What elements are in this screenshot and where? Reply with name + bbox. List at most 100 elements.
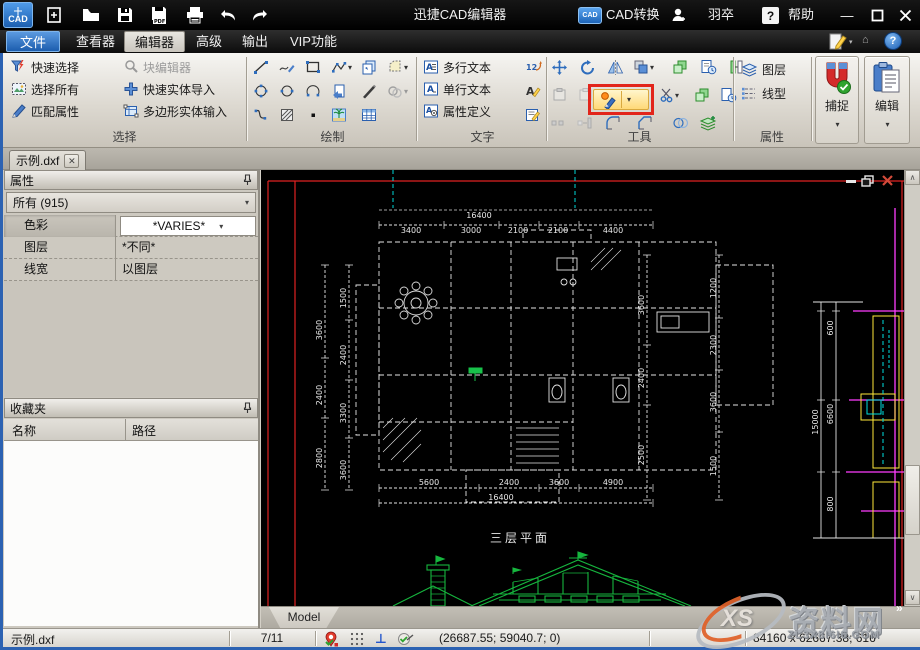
match-properties-button[interactable]: 匹配属性 <box>11 102 79 120</box>
spline-tool[interactable] <box>252 106 270 124</box>
move-tool[interactable] <box>550 58 568 76</box>
color-value-dropdown[interactable]: *VARIES* ▾ <box>120 216 256 236</box>
lineweight-label[interactable]: 线宽 <box>4 259 116 281</box>
snap-marker-toggle[interactable] <box>321 630 341 647</box>
ellipse-tool-disabled[interactable] <box>386 82 404 100</box>
annotate-dropdown[interactable]: ▾ <box>849 38 853 46</box>
redo-button[interactable] <box>246 3 272 27</box>
document-tab[interactable]: 示例.dxf ✕ <box>9 150 86 170</box>
copy-tool-2[interactable] <box>693 86 711 104</box>
maximize-button[interactable] <box>864 3 890 27</box>
username[interactable]: 羽卒 <box>708 0 734 30</box>
osnap-toggle[interactable] <box>395 630 415 647</box>
text-edit-tool[interactable]: A <box>524 82 542 100</box>
table-tool[interactable] <box>360 106 378 124</box>
quick-entity-import-button[interactable]: 快速实体导入 <box>123 80 215 98</box>
filter-dropdown[interactable]: 所有 (915) ▾ <box>6 192 256 213</box>
hatch-tool[interactable] <box>278 106 296 124</box>
line-tool[interactable] <box>252 58 270 76</box>
lineweight-value[interactable]: 以图层 <box>117 259 258 281</box>
polyline-dropdown[interactable]: ▾ <box>348 63 352 72</box>
scroll-up-button[interactable]: ∧ <box>905 170 920 185</box>
edit-dropdown[interactable]: ▾ <box>866 120 909 129</box>
scale-tool[interactable] <box>632 58 650 76</box>
linetype-button[interactable]: 线型 <box>741 84 786 102</box>
minimize-button[interactable]: — <box>834 3 860 27</box>
menu-file[interactable]: 文件 <box>6 31 60 52</box>
circle-2p-tool[interactable] <box>278 82 296 100</box>
numbering-tool[interactable]: 12 <box>524 58 542 76</box>
rotate-tool[interactable] <box>578 58 596 76</box>
mtext-button[interactable]: A 多行文本 <box>423 58 491 76</box>
arc-tool[interactable] <box>304 82 322 100</box>
array-tool[interactable] <box>699 58 717 76</box>
rectangle-tool[interactable] <box>304 58 322 76</box>
ellipse-dropdown[interactable]: ▾ <box>404 87 408 96</box>
menu-viewer[interactable]: 查看器 <box>66 31 125 52</box>
copy-entities-tool[interactable] <box>360 58 378 76</box>
tab-close-icon[interactable]: ✕ <box>64 154 79 168</box>
scrollbar-thumb[interactable] <box>905 465 920 535</box>
layer-button[interactable]: 图层 <box>741 60 786 78</box>
quick-select-button[interactable]: 快速选择 <box>11 58 79 76</box>
undo-button[interactable] <box>216 3 242 27</box>
model-tab[interactable]: Model <box>269 607 339 628</box>
drawing-minimize-icon[interactable] <box>846 180 856 183</box>
block-editor-button[interactable]: 块编辑器 <box>123 58 191 76</box>
home-icon[interactable]: ⌂ <box>862 34 869 46</box>
hatch-pencil-tool[interactable] <box>360 82 378 100</box>
favorites-list[interactable] <box>4 441 258 626</box>
pin-icon[interactable] <box>243 402 252 414</box>
edit-attr-tool[interactable] <box>524 106 542 124</box>
region-dropdown[interactable]: ▾ <box>404 63 408 72</box>
save-button[interactable] <box>112 3 138 27</box>
edit-button[interactable]: 编辑 ▾ <box>864 56 910 144</box>
annotate-button[interactable] <box>828 33 848 53</box>
close-button[interactable] <box>892 3 918 27</box>
trim-tool[interactable] <box>658 86 676 104</box>
ortho-toggle[interactable]: ⊥ <box>371 630 391 647</box>
menu-advanced[interactable]: 高级 <box>186 31 232 52</box>
color-label[interactable]: 色彩 <box>4 215 116 237</box>
menu-output[interactable]: 输出 <box>232 31 278 52</box>
snap-dropdown[interactable]: ▾ <box>817 120 858 129</box>
name-column-header[interactable]: 名称 <box>12 422 36 439</box>
insert-block-tool[interactable] <box>330 82 348 100</box>
circle-tool[interactable] <box>252 82 270 100</box>
open-file-button[interactable] <box>78 3 104 27</box>
pin-icon[interactable] <box>243 174 252 186</box>
help-icon[interactable]: ? <box>762 7 779 24</box>
help-circle-icon[interactable]: ? <box>884 32 902 50</box>
cad-convert-button[interactable]: CAD转换 <box>606 0 659 30</box>
highlighted-color-tool[interactable]: ▾ <box>593 89 649 110</box>
vertical-scrollbar[interactable]: ∧ ∨ <box>904 170 920 606</box>
layer-label[interactable]: 图层 <box>4 237 116 259</box>
trim-dropdown[interactable]: ▾ <box>675 91 679 100</box>
save-as-pdf-button[interactable]: PDF <box>146 3 172 27</box>
menu-editor[interactable]: 编辑器 <box>124 31 185 52</box>
polygon-entity-input-button[interactable]: 多边形实体输入 <box>123 102 227 120</box>
user-account-button[interactable] <box>666 3 692 27</box>
path-column-header[interactable]: 路径 <box>132 422 156 439</box>
freehand-tool[interactable] <box>278 58 296 76</box>
attribute-define-button[interactable]: A 属性定义 <box>423 102 491 120</box>
region-tool[interactable] <box>386 58 404 76</box>
grid-toggle[interactable] <box>347 630 367 647</box>
layer-value[interactable]: *不同* <box>117 237 258 259</box>
polyline-tool[interactable] <box>330 58 348 76</box>
dtext-button[interactable]: A 单行文本 <box>423 80 491 98</box>
menu-vip[interactable]: VIP功能 <box>280 31 347 52</box>
scale-dropdown[interactable]: ▾ <box>650 63 654 72</box>
select-all-button[interactable]: 选择所有 <box>11 80 79 98</box>
point-tool[interactable] <box>304 106 322 124</box>
app-logo-icon[interactable]: CAD <box>3 2 33 28</box>
paste-tool-disabled[interactable] <box>550 86 568 104</box>
copy-tool[interactable] <box>671 58 689 76</box>
new-file-button[interactable] <box>42 3 68 27</box>
scroll-down-button[interactable]: ∨ <box>905 590 920 605</box>
mirror-tool[interactable] <box>606 58 624 76</box>
cad-canvas[interactable]: 16400 3400 3000 2100 2100 4400 5600 2400… <box>261 170 904 606</box>
snap-button[interactable]: 捕捉 ▾ <box>815 56 859 144</box>
print-button[interactable] <box>182 3 208 27</box>
highlighted-tool-dropdown[interactable]: ▾ <box>627 95 631 104</box>
